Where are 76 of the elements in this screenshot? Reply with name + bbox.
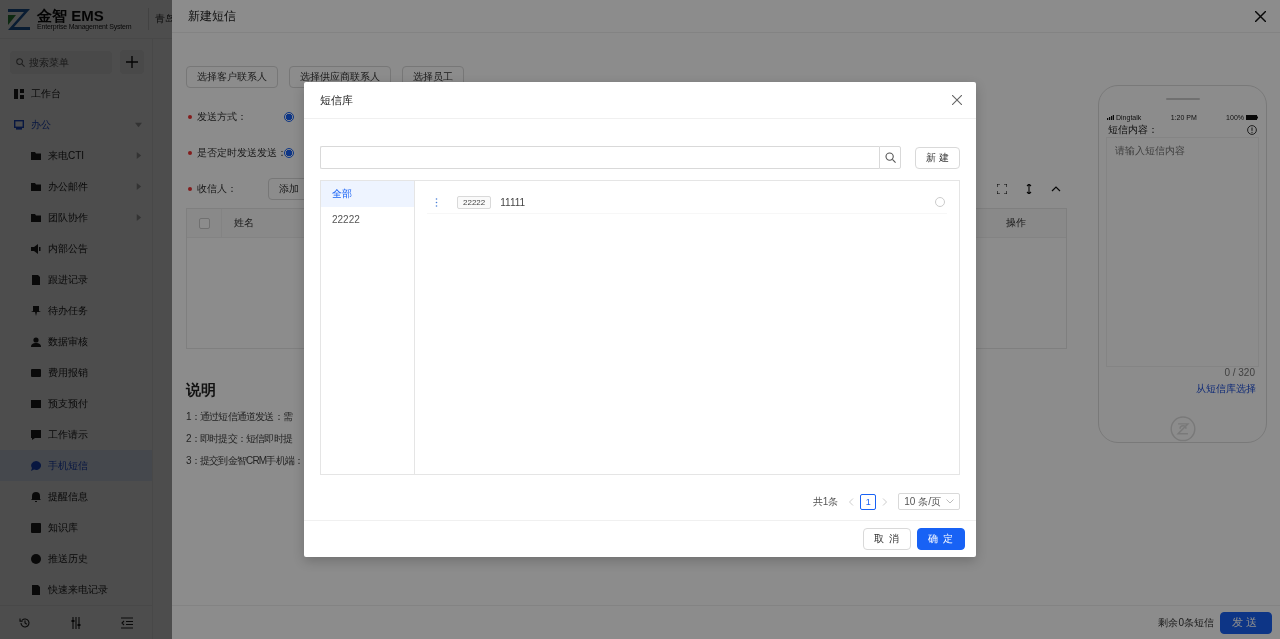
search-icon <box>16 57 25 67</box>
note-text: 2：即时提交：短信即时提 <box>186 432 293 446</box>
drag-handle-icon[interactable] <box>435 197 438 207</box>
menu-item[interactable]: 待办任务 <box>0 295 152 326</box>
remaining-count: 剩余0条短信 <box>1158 615 1214 630</box>
page-size-select[interactable]: 10 条/页 <box>898 493 960 510</box>
section-title: 说明 <box>186 381 217 400</box>
message-field[interactable]: 请输入短信内容 <box>1106 136 1259 368</box>
search-field[interactable] <box>320 146 880 169</box>
note-text: 1：通过短信通道发送：需 <box>186 410 294 424</box>
menu-fold-icon[interactable] <box>120 616 133 629</box>
chevron-down-icon <box>946 499 954 504</box>
folder-icon <box>31 150 41 161</box>
history-icon[interactable] <box>19 616 32 629</box>
chat-bubble-icon <box>31 460 41 471</box>
menu-item[interactable]: 工作台 <box>0 78 152 109</box>
folder-icon <box>31 181 41 192</box>
page-button[interactable]: 1 <box>860 493 877 510</box>
menu-item[interactable]: 来电CTI <box>0 140 152 171</box>
radio-button[interactable] <box>284 148 294 158</box>
total-count: 共1条 <box>812 494 839 509</box>
note-text: 3：提交到金智CRM手机端： <box>186 454 305 468</box>
note-icon <box>31 274 41 285</box>
speaker-icon <box>31 243 41 254</box>
drawer-title: 新建短信 <box>188 7 236 25</box>
menu-item[interactable]: 团队协作 <box>0 202 152 233</box>
form-label: 发送方式： <box>197 110 248 124</box>
bell-icon <box>31 491 41 502</box>
sliders-icon[interactable] <box>70 616 82 629</box>
dialog-title: 短信库 <box>320 92 353 108</box>
radio-button[interactable] <box>284 112 294 122</box>
message-tag: 22222 <box>457 195 492 209</box>
user-icon <box>31 336 41 347</box>
caret-right-icon <box>135 214 142 221</box>
caret-down-icon <box>135 121 142 128</box>
battery-icon <box>1246 114 1258 120</box>
signal-icon <box>1107 114 1114 120</box>
category-item[interactable]: 全部 <box>321 181 414 207</box>
fullscreen-icon[interactable] <box>997 184 1007 194</box>
clock-icon <box>31 553 41 564</box>
library-link[interactable]: 从短信库选择 <box>1196 383 1256 395</box>
new-button[interactable]: 新 建 <box>915 146 960 169</box>
folder-icon <box>31 212 41 223</box>
search-icon <box>884 152 896 163</box>
checkbox[interactable] <box>198 217 210 229</box>
brand-name: 金智 EMS <box>37 8 104 23</box>
caret-right-icon <box>135 152 142 159</box>
cancel-button[interactable]: 取 消 <box>863 528 912 550</box>
field-label: 短信内容： <box>1108 122 1158 137</box>
note-icon <box>31 584 41 595</box>
close-icon[interactable] <box>952 95 962 105</box>
close-icon[interactable] <box>1255 10 1266 22</box>
pin-icon <box>31 305 41 316</box>
caret-up-icon[interactable] <box>1051 184 1061 194</box>
send-button[interactable]: 发送 <box>1220 611 1272 634</box>
book-icon <box>31 522 41 533</box>
form-label: 是否定时发送发送： <box>197 146 284 160</box>
confirm-button[interactable]: 确 定 <box>917 528 965 550</box>
monitor-icon <box>14 119 24 130</box>
message-text: 11111 <box>500 196 526 208</box>
card-icon <box>31 367 41 378</box>
caret-right-icon <box>135 183 142 190</box>
dashboard-icon <box>14 88 24 99</box>
add-button[interactable] <box>120 50 144 74</box>
column-header: 操作 <box>1006 216 1026 230</box>
column-height-icon[interactable] <box>1024 184 1034 194</box>
search-button[interactable] <box>879 146 902 169</box>
char-counter: 0 / 320 <box>1223 367 1256 379</box>
info-icon <box>1247 124 1257 135</box>
category-item[interactable]: 22222 <box>321 207 414 233</box>
plus-icon <box>126 56 138 68</box>
column-header: 姓名 <box>234 216 254 230</box>
form-label: 收信人： <box>197 182 238 196</box>
wallet-icon <box>31 398 41 409</box>
picker-button[interactable]: 选择客户联系人 <box>186 66 278 88</box>
menu-item[interactable]: 办公 <box>0 109 152 140</box>
